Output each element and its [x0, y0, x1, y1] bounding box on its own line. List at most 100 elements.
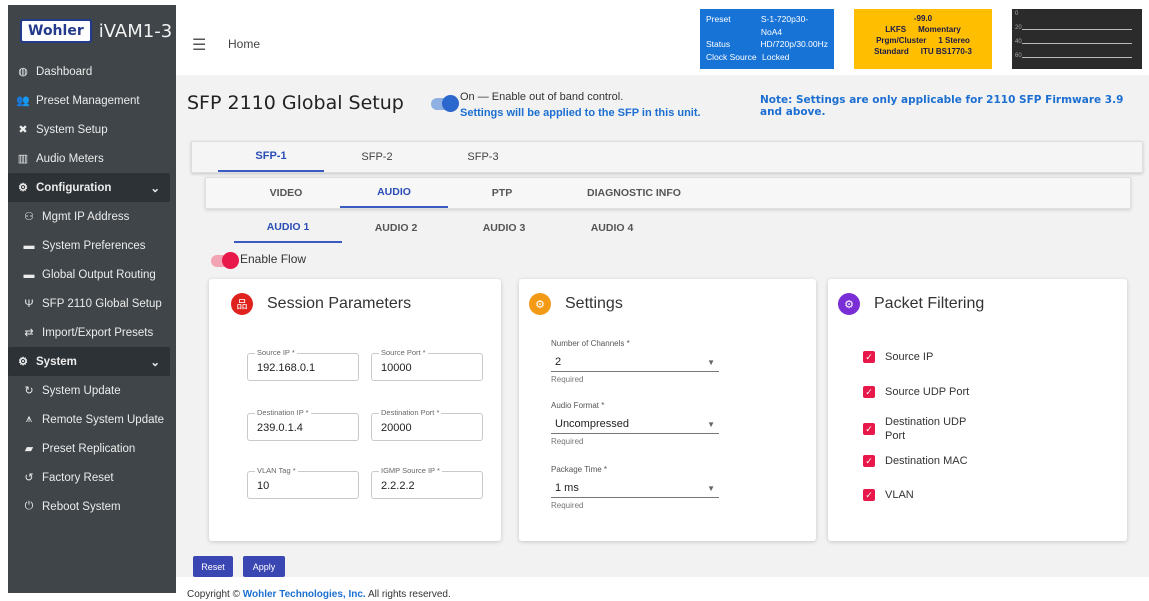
network-icon: ⚇	[24, 211, 34, 223]
breadcrumb-home[interactable]: Home	[228, 37, 260, 51]
checkbox-label: Source UDP Port	[885, 386, 970, 398]
sidebar-item-audio-meters[interactable]: ▥ Audio Meters	[8, 144, 176, 173]
network-icon: 品	[231, 293, 253, 315]
meter-line	[1022, 43, 1132, 44]
sidebar-item-label: Dashboard	[36, 65, 93, 78]
tab-diagnostic-info[interactable]: DIAGNOSTIC INFO	[556, 178, 712, 208]
checkbox-checked-icon[interactable]: ✓	[863, 489, 875, 501]
meter-tick: 60	[1015, 53, 1022, 59]
checkbox-checked-icon[interactable]: ✓	[863, 351, 875, 363]
field-value: 2.2.2.2	[381, 480, 415, 492]
hamburger-menu-icon[interactable]: ☰	[192, 35, 206, 55]
select-box[interactable]: 1 ms ▼	[551, 480, 719, 498]
loudness-panel[interactable]: -99.0 LKFS Momentary Prgm/Cluster 1 Stereo…	[854, 9, 992, 69]
standard-label: Standard	[874, 47, 909, 56]
field-value: 20000	[381, 422, 412, 434]
sidebar-item-mgmt-ip[interactable]: ⚇ Mgmt IP Address	[8, 202, 176, 231]
sfp-tabs: SFP-1 SFP-2 SFP-3	[191, 141, 1143, 173]
sidebar-item-dashboard[interactable]: ◍ Dashboard	[8, 57, 176, 86]
sidebar-item-system-update[interactable]: ↻ System Update	[8, 376, 176, 405]
toggle-knob	[222, 252, 239, 269]
audio-meter-mini[interactable]: 0 20 40 60	[1012, 9, 1142, 69]
sidebar-item-sfp-2110[interactable]: Ψ SFP 2110 Global Setup	[8, 289, 176, 318]
sidebar-group-system[interactable]: ⚙ System ⌄	[8, 347, 170, 376]
tab-sfp-2[interactable]: SFP-2	[324, 142, 430, 172]
card-header: ⚙ Settings	[529, 293, 623, 315]
sidebar-item-import-export[interactable]: ⇄ Import/Export Presets	[8, 318, 176, 347]
dropdown-arrow-icon: ▼	[707, 484, 715, 493]
tab-audio-2[interactable]: AUDIO 2	[342, 213, 450, 243]
sidebar-item-label: Configuration	[36, 181, 112, 194]
filter-destination-udp-port[interactable]: ✓ Destination UDP Port	[863, 415, 983, 443]
logo[interactable]: Wohler iVAM1-3	[8, 5, 176, 57]
select-box[interactable]: Uncompressed ▼	[551, 416, 719, 434]
tab-sfp-1[interactable]: SFP-1	[218, 142, 324, 172]
sidebar-item-label: System Preferences	[42, 239, 146, 252]
select-label: Audio Format *	[551, 401, 605, 410]
sidebar-item-label: System	[36, 355, 77, 368]
company-link[interactable]: Wohler Technologies, Inc.	[243, 589, 366, 600]
standard-value: ITU BS1770-3	[920, 47, 972, 56]
tab-audio[interactable]: AUDIO	[340, 178, 448, 208]
clock-source-label: Clock Source	[706, 51, 757, 62]
dropdown-arrow-icon: ▼	[707, 358, 715, 367]
sidebar-item-label: Import/Export Presets	[42, 326, 154, 339]
tab-ptp[interactable]: PTP	[448, 178, 556, 208]
card-title: Packet Filtering	[874, 295, 985, 312]
sidebar-item-reboot[interactable]: ⏻ Reboot System	[8, 492, 176, 521]
filter-destination-mac[interactable]: ✓ Destination MAC	[863, 455, 968, 467]
cluster-label: Prgm/Cluster	[876, 36, 927, 45]
filter-source-ip[interactable]: ✓ Source IP	[863, 351, 933, 363]
source-port-field[interactable]: Source Port * 10000	[371, 348, 483, 381]
apply-button[interactable]: Apply	[243, 556, 285, 577]
sidebar-item-preset-management[interactable]: 👥 Preset Management	[8, 86, 176, 115]
sidebar-item-preset-replication[interactable]: ▰ Preset Replication	[8, 434, 176, 463]
sidebar-group-configuration[interactable]: ⚙ Configuration ⌄	[8, 173, 170, 202]
tab-sfp-3[interactable]: SFP-3	[430, 142, 536, 172]
chevron-down-icon: ⌄	[150, 182, 160, 195]
sidebar-item-system-setup[interactable]: ✖ System Setup	[8, 115, 176, 144]
oob-label: On — Enable out of band control.	[460, 91, 624, 103]
destination-port-field[interactable]: Destination Port * 20000	[371, 408, 483, 441]
select-box[interactable]: 2 ▼	[551, 354, 719, 372]
source-ip-field[interactable]: Source IP * 192.168.0.1	[247, 348, 359, 381]
sidebar-item-system-preferences[interactable]: ▬ System Preferences	[8, 231, 176, 260]
igmp-source-ip-field[interactable]: IGMP Source IP * 2.2.2.2	[371, 466, 483, 499]
checkbox-checked-icon[interactable]: ✓	[863, 386, 875, 398]
package-time-select[interactable]: Package Time * 1 ms ▼ Required	[551, 465, 719, 510]
sidebar-item-label: System Update	[42, 384, 121, 397]
loudness-mode: Momentary	[918, 25, 961, 34]
vlan-tag-field[interactable]: VLAN Tag * 10	[247, 466, 359, 499]
sidebar-item-global-output-routing[interactable]: ▬ Global Output Routing	[8, 260, 176, 289]
status-value: HD/720p/30.00Hz	[760, 39, 828, 49]
enable-flow-label: Enable Flow	[240, 252, 307, 266]
clock-source-value: Locked	[762, 51, 790, 62]
status-panel: Preset S-1-720p30-NoA4 Status HD/720p/30.0…	[700, 9, 834, 69]
select-label: Number of Channels *	[551, 339, 630, 348]
tab-video[interactable]: VIDEO	[232, 178, 340, 208]
sidebar-item-factory-reset[interactable]: ↺ Factory Reset	[8, 463, 176, 492]
tab-audio-1[interactable]: AUDIO 1	[234, 213, 342, 243]
reset-button[interactable]: Reset	[193, 556, 233, 577]
sidebar-item-label: Preset Management	[36, 94, 140, 107]
channels-select[interactable]: Number of Channels * 2 ▼ Required	[551, 339, 719, 384]
tab-audio-3[interactable]: AUDIO 3	[450, 213, 558, 243]
sidebar-item-remote-update[interactable]: ⩚ Remote System Update	[8, 405, 176, 434]
tab-spacer	[206, 178, 232, 208]
helper-text: Required	[551, 501, 584, 510]
filter-source-udp-port[interactable]: ✓ Source UDP Port	[863, 386, 969, 398]
keyboard-icon: ▬	[23, 239, 35, 252]
gears-icon: ⚙	[18, 356, 28, 368]
dashboard-icon: ◍	[18, 66, 28, 78]
checkbox-checked-icon[interactable]: ✓	[863, 455, 875, 467]
checkbox-checked-icon[interactable]: ✓	[863, 423, 875, 435]
oob-toggle[interactable]	[431, 95, 459, 112]
plug-icon: Ψ	[24, 297, 34, 310]
destination-ip-field[interactable]: Destination IP * 239.0.1.4	[247, 408, 359, 441]
enable-flow-toggle[interactable]	[211, 252, 239, 269]
tab-audio-4[interactable]: AUDIO 4	[558, 213, 666, 243]
chevron-down-icon: ⌄	[150, 356, 160, 369]
filter-vlan[interactable]: ✓ VLAN	[863, 489, 914, 501]
audio-format-select[interactable]: Audio Format * Uncompressed ▼ Required	[551, 401, 719, 446]
select-value: 2	[555, 356, 562, 368]
